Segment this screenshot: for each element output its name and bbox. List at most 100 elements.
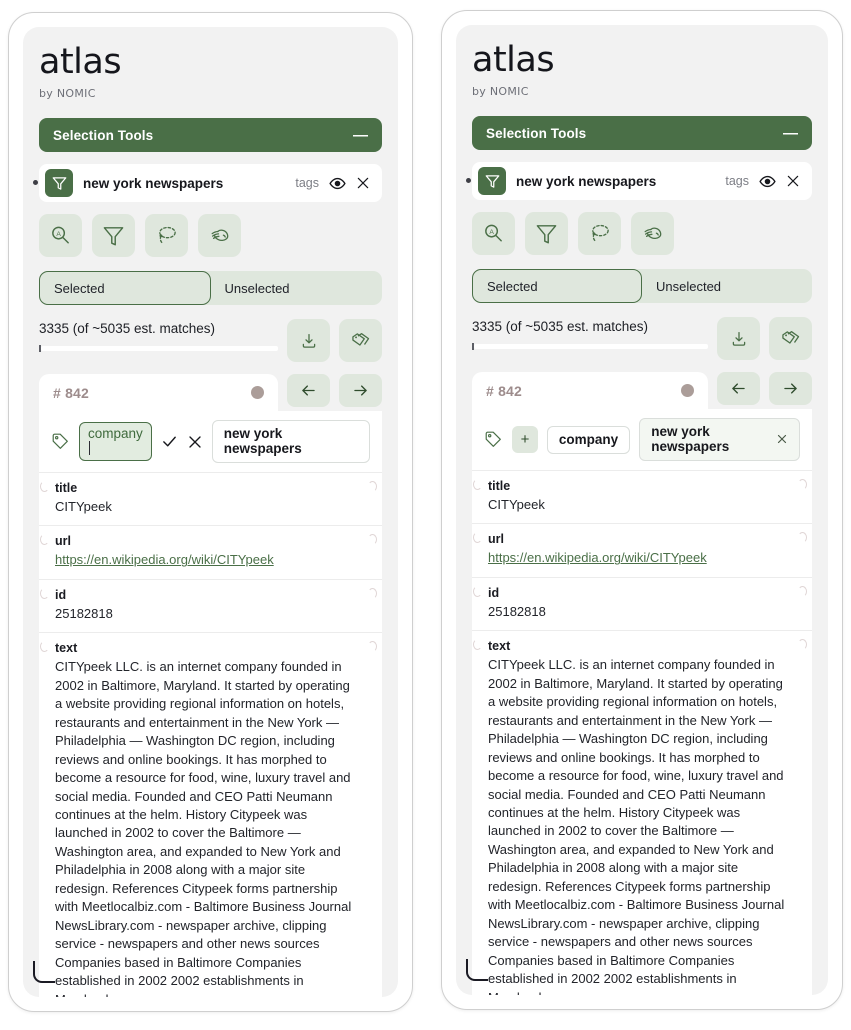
selection-item-row[interactable]: new york newspapers tags [472,162,812,200]
segment-unselected[interactable]: Unselected [642,269,812,303]
selection-filter-segments: Selected Unselected [472,269,812,303]
close-icon[interactable] [187,434,203,450]
progress-handle[interactable] [39,345,41,352]
field-value: CITYpeek LLC. is an internet company fou… [55,659,352,997]
field-collapse-arc-left[interactable] [40,534,49,546]
tag-icon [484,430,503,449]
tag-list-row: + company new york newspapers [472,409,812,470]
record-field-row: id 25182818 [472,576,812,630]
close-icon[interactable] [786,174,800,188]
minimize-icon[interactable]: — [353,128,368,143]
arrow-left-icon[interactable] [717,372,760,405]
field-key: title [488,479,511,493]
field-collapse-arc-left[interactable] [40,481,49,492]
match-count-text: 3335 (of ~5035 est. matches) [472,319,648,334]
record-field-row: title CITYpeek [472,470,812,523]
field-key: text [488,639,511,654]
tags-stack-icon[interactable] [769,317,812,360]
field-value: CITYpeek [488,497,545,512]
record-field-row: title CITYpeek [39,472,382,525]
hand-icon[interactable] [631,212,674,255]
status-badge [681,384,694,397]
screenshot-root: atlas by NOMIC Selection Tools — new yor… [0,0,851,1030]
field-collapse-arc-right[interactable] [368,641,377,653]
arrow-right-icon[interactable] [339,374,382,407]
field-collapse-arc-right[interactable] [368,481,377,492]
match-count-text: 3335 (of ~5035 est. matches) [39,321,215,336]
field-key: id [488,585,500,600]
record-header: # 842 [472,372,708,409]
results-progress-bar[interactable] [472,343,708,350]
hand-icon[interactable] [198,214,241,257]
record-field-row: url https://en.wikipedia.org/wiki/CITYpee… [472,523,812,576]
tag-name-input[interactable]: company [79,422,152,461]
atlas-panel-left: atlas by NOMIC Selection Tools — new yor… [23,27,398,997]
field-collapse-arc-right[interactable] [798,479,807,490]
selection-bullet [466,178,471,183]
close-icon[interactable] [776,433,788,445]
download-icon[interactable] [287,319,330,362]
svg-text:A: A [489,229,494,236]
record-field-row: id 25182818 [39,578,382,632]
field-value: 25182818 [488,603,546,619]
download-icon[interactable] [717,317,760,360]
selection-item-row[interactable]: new york newspapers tags [39,164,382,202]
progress-track [41,346,278,351]
field-collapse-arc-right[interactable] [368,587,377,599]
progress-handle[interactable] [472,343,474,350]
atlas-panel-right: atlas by NOMIC Selection Tools — new yor… [456,25,828,995]
arrow-right-icon[interactable] [769,372,812,405]
app-logo: atlas [472,40,555,80]
minimize-icon[interactable]: — [783,126,798,141]
field-collapse-arc-right[interactable] [798,585,807,597]
field-collapse-arc-left[interactable] [40,587,49,599]
lasso-icon[interactable] [145,214,188,257]
tags-label[interactable]: tags [725,174,749,188]
search-a-icon[interactable]: A [39,214,82,257]
funnel-icon [45,169,73,197]
field-collapse-arc-right[interactable] [798,532,807,544]
close-icon[interactable] [356,176,370,190]
funnel-icon[interactable] [92,214,135,257]
record-card: # 842 [39,374,382,997]
record-fields-left: title CITYpeek url https://en.wikipedia.org… [39,472,382,997]
text-caret [89,441,90,455]
field-collapse-arc-left[interactable] [473,585,482,597]
arrow-left-icon[interactable] [287,374,330,407]
record-header: # 842 [39,374,278,411]
tag-chip-label: new york newspapers [223,426,302,456]
field-collapse-arc-right[interactable] [368,534,377,546]
selection-tools-header[interactable]: Selection Tools — [39,118,382,152]
search-a-icon[interactable]: A [472,212,515,255]
field-collapse-arc-left[interactable] [473,532,482,544]
segment-selected[interactable]: Selected [39,271,211,305]
segment-unselected[interactable]: Unselected [211,271,383,305]
field-value-link[interactable]: https://en.wikipedia.org/wiki/CITYpeek [488,550,707,565]
tool-button-row: A [472,212,812,255]
lasso-icon[interactable] [578,212,621,255]
field-key: url [55,534,71,549]
tool-button-row: A [39,214,382,257]
eye-icon[interactable] [329,175,346,192]
results-progress-bar[interactable] [39,345,278,352]
tag-chip[interactable]: company [546,425,631,454]
record-field-row: text CITYpeek LLC. is an internet company… [472,630,812,995]
field-value-link[interactable]: https://en.wikipedia.org/wiki/CITYpeek [55,552,274,567]
progress-track [474,344,708,349]
selection-tools-header[interactable]: Selection Tools — [472,116,812,150]
check-icon[interactable] [161,433,178,450]
tags-label[interactable]: tags [295,176,319,190]
add-tag-button[interactable]: + [512,426,538,453]
field-collapse-arc-left[interactable] [473,639,482,651]
tag-chip[interactable]: new york newspapers [639,418,800,461]
tags-stack-icon[interactable] [339,319,382,362]
eye-icon[interactable] [759,173,776,190]
field-collapse-arc-left[interactable] [40,641,49,653]
funnel-icon[interactable] [525,212,568,255]
field-collapse-arc-right[interactable] [798,639,807,651]
field-collapse-arc-left[interactable] [473,479,482,490]
app-tagline: by NOMIC [472,85,529,98]
tag-chip[interactable]: new york newspapers [211,420,370,463]
segment-selected[interactable]: Selected [472,269,642,303]
tag-chip-label: new york newspapers [651,424,730,454]
